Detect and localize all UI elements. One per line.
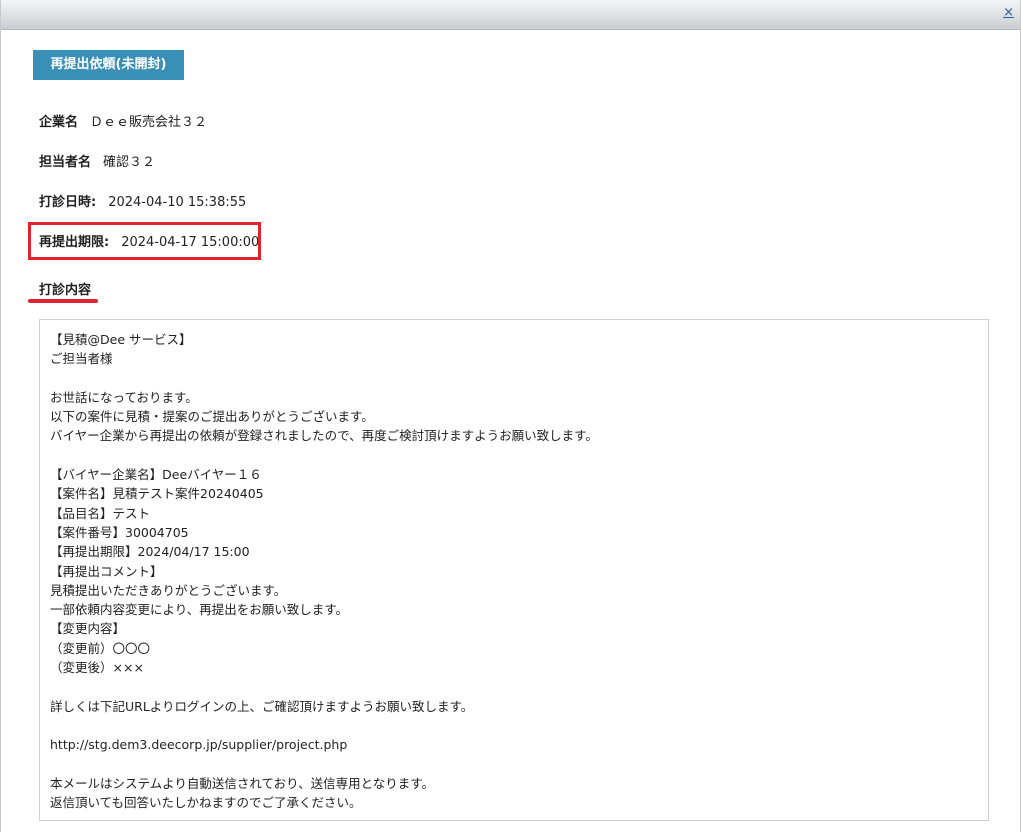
inquiry-datetime-field: 打診日時: 2024-04-10 15:38:55 <box>39 194 246 212</box>
message-line: お世話になっております。 <box>50 389 198 405</box>
company-name-field: 企業名 Ｄｅｅ販売会社３２ <box>39 114 207 132</box>
message-line <box>50 716 978 735</box>
message-line: 以下の案件に見積・提案のご提出ありがとうございます。 <box>50 409 374 425</box>
message-line: （変更後）××× <box>50 660 144 676</box>
message-line: ご担当者様 <box>50 351 113 367</box>
message-line: （変更前）〇〇〇 <box>50 640 151 656</box>
resubmit-deadline-field: 再提出期限: 2024-04-17 15:00:00 <box>39 234 259 252</box>
inquiry-datetime-label: 打診日時: <box>39 195 97 210</box>
message-line: 詳しくは下記URLよりログインの上、ご確認頂けますようお願い致します。 <box>50 698 474 714</box>
message-line: http://stg.dem3.deecorp.jp/supplier/proj… <box>50 737 348 753</box>
message-line: 見積提出いただきありがとうございます。 <box>50 582 287 598</box>
company-name-label: 企業名 <box>39 115 79 130</box>
message-line <box>50 446 978 465</box>
message-line <box>50 677 978 696</box>
message-line: 本メールはシステムより自動送信されており、送信専用となります。 <box>50 775 435 791</box>
resubmit-deadline-value: 2024-04-17 15:00:00 <box>121 235 260 250</box>
contact-person-label: 担当者名 <box>39 155 92 170</box>
company-name-value: Ｄｅｅ販売会社３２ <box>90 115 208 130</box>
message-line <box>50 755 978 774</box>
message-line: 【案件番号】30004705 <box>50 524 189 540</box>
dialog-window: × 再提出依頼(未開封) 企業名 Ｄｅｅ販売会社３２ 担当者名 確認３２ 打診日時:… <box>0 0 1021 832</box>
close-icon[interactable]: × <box>1003 6 1014 20</box>
inquiry-datetime-value: 2024-04-10 15:38:55 <box>108 195 247 210</box>
message-line: バイヤー企業から再提出の依頼が登録されましたので、再度ご検討頂けますようお願い致… <box>50 428 598 444</box>
message-content-box: 【見積@Dee サービス】 ご担当者様お世話になっております。以下の案件に見積・提… <box>39 319 989 821</box>
message-line: 【品目名】テスト <box>50 505 151 521</box>
dialog-titlebar: × <box>1 0 1020 30</box>
message-line: 【再提出コメント】 <box>50 563 163 579</box>
message-line: 【再提出期限】2024/04/17 15:00 <box>50 544 250 560</box>
message-line: 【案件名】見積テスト案件20240405 <box>50 486 264 502</box>
message-line: 【バイヤー企業名】Deeバイヤー１６ <box>50 467 262 483</box>
section-title-inquiry-content: 打診内容 <box>39 283 92 298</box>
contact-person-field: 担当者名 確認３２ <box>39 154 155 172</box>
message-line: 【変更内容】 <box>50 621 126 637</box>
message-line: 一部依頼内容変更により、再提出をお願い致します。 <box>50 602 349 618</box>
section-title-underline-annotation <box>28 299 98 303</box>
message-line: 返信頂いても回答いたしかねますのでご了承ください。 <box>50 795 362 811</box>
message-line <box>50 369 978 388</box>
resubmit-deadline-label: 再提出期限: <box>39 235 110 250</box>
contact-person-value: 確認３２ <box>103 155 156 170</box>
status-button[interactable]: 再提出依頼(未開封) <box>33 50 184 80</box>
message-line: 【見積@Dee サービス】 <box>50 332 192 347</box>
